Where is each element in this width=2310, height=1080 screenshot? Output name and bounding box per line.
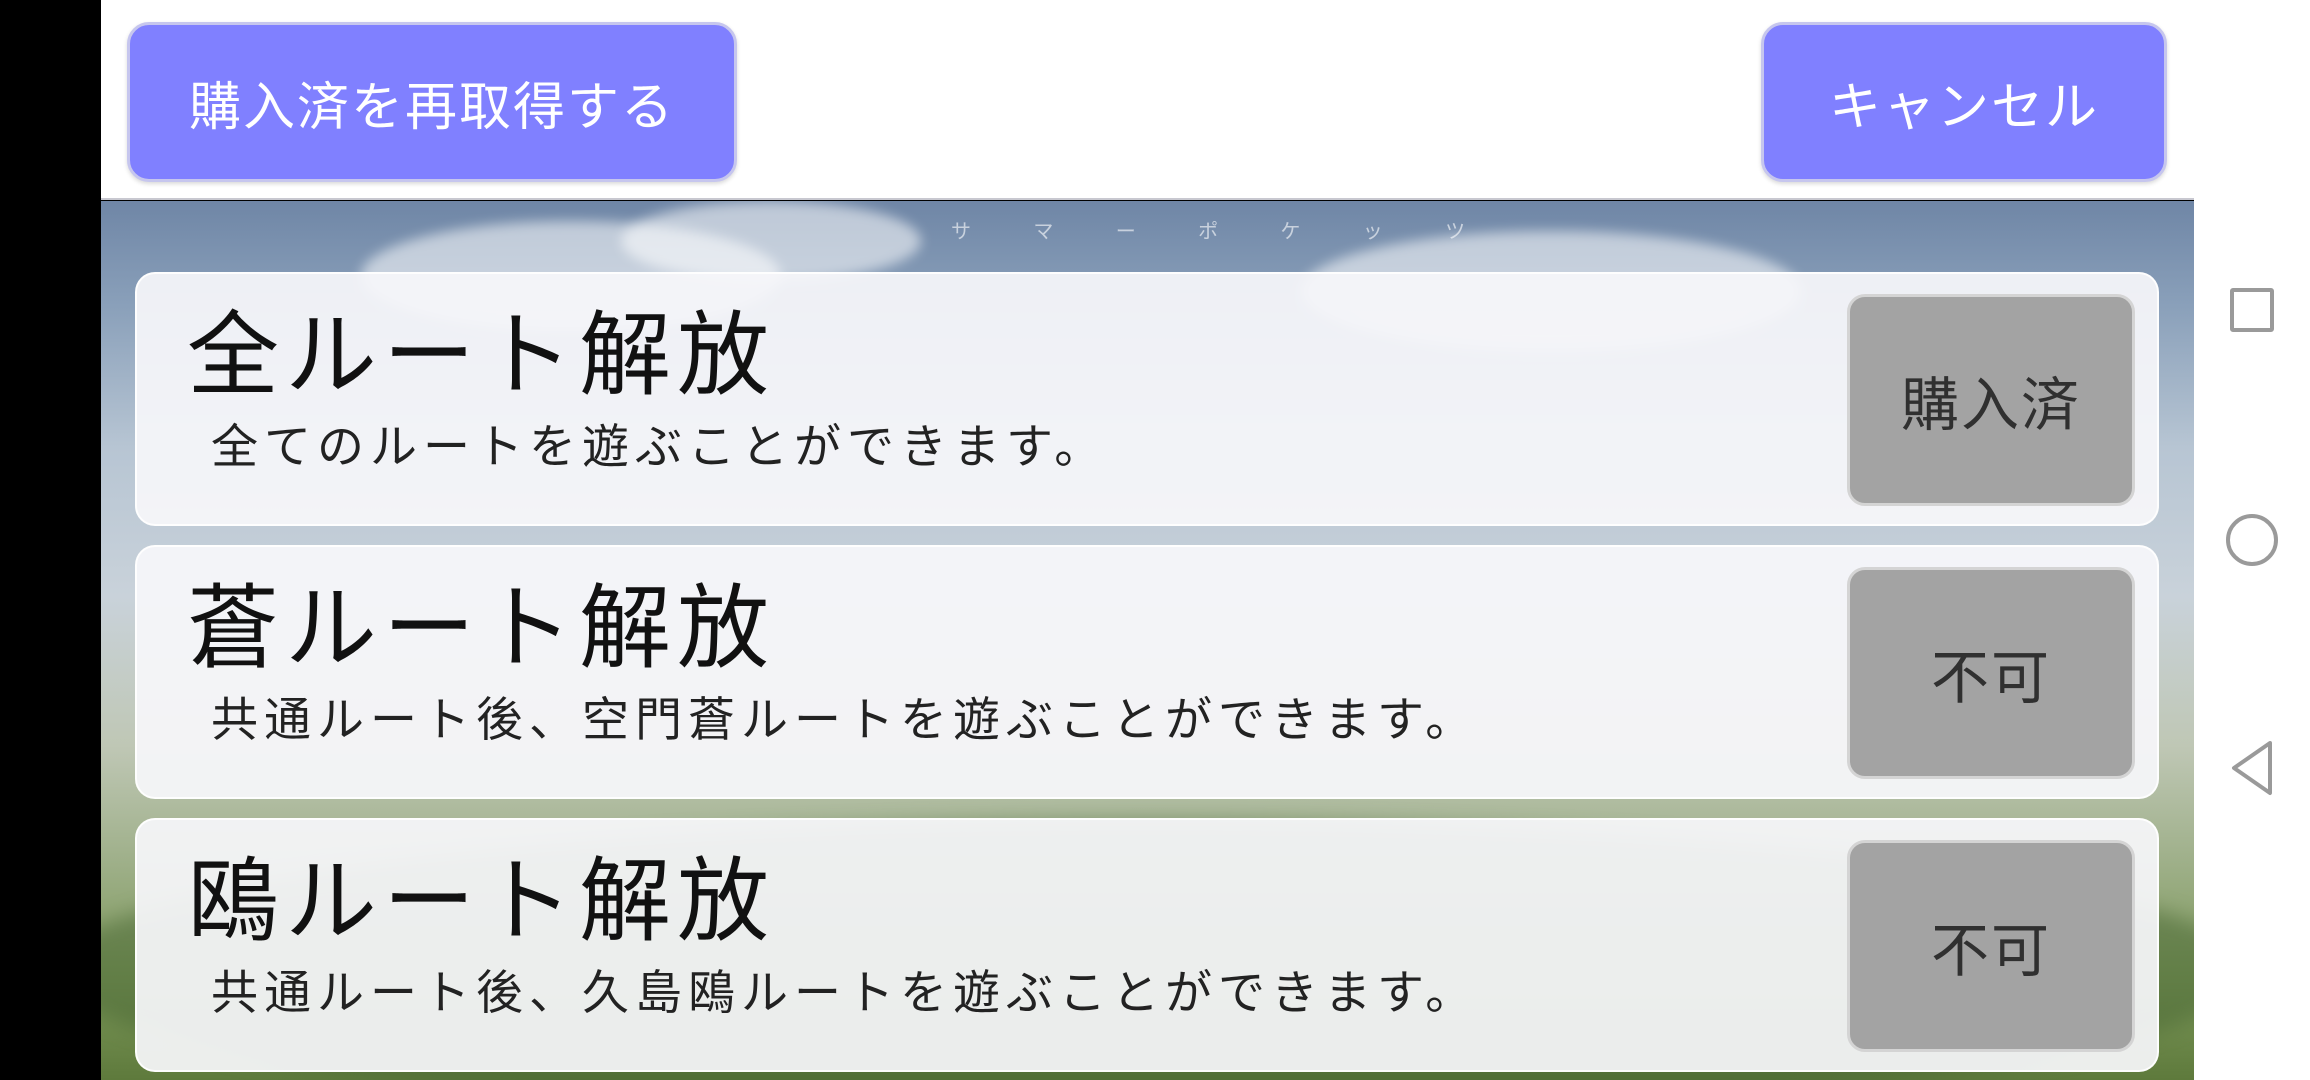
product-title: 鴎ルート解放 <box>187 848 776 955</box>
home-icon[interactable] <box>2220 508 2284 572</box>
header-bar: 購入済を再取得する キャンセル <box>101 0 2194 200</box>
left-black-bar <box>0 0 101 1080</box>
unavailable-status-button[interactable]: 不可 <box>1847 567 2135 779</box>
product-card-kamome-route: 鴎ルート解放 共通ルート後、久島鴎ルートを遊ぶことができます。 不可 <box>135 818 2159 1072</box>
unavailable-status-button[interactable]: 不可 <box>1847 840 2135 1052</box>
back-icon[interactable] <box>2220 736 2284 800</box>
recent-apps-icon[interactable] <box>2220 278 2284 342</box>
cancel-button[interactable]: キャンセル <box>1761 22 2167 182</box>
system-navigation-bar <box>2194 0 2310 1080</box>
game-logo-text: サ マ ー ポ ケ ッ ツ <box>951 219 1494 243</box>
product-title: 蒼ルート解放 <box>187 575 776 682</box>
product-card-all-routes: 全ルート解放 全てのルートを遊ぶことができます。 購入済 <box>135 272 2159 526</box>
purchase-screen: サ マ ー ポ ケ ッ ツ 購入済を再取得する キャンセル 全ルート解放 全ての… <box>101 0 2194 1080</box>
product-description: 共通ルート後、久島鴎ルートを遊ぶことができます。 <box>211 966 1479 1021</box>
cloud-decoration <box>621 201 921 281</box>
purchased-status-button[interactable]: 購入済 <box>1847 294 2135 506</box>
product-title: 全ルート解放 <box>187 302 776 409</box>
restore-purchases-button[interactable]: 購入済を再取得する <box>127 22 737 182</box>
product-card-ao-route: 蒼ルート解放 共通ルート後、空門蒼ルートを遊ぶことができます。 不可 <box>135 545 2159 799</box>
product-description: 共通ルート後、空門蒼ルートを遊ぶことができます。 <box>211 693 1479 748</box>
product-description: 全てのルートを遊ぶことができます。 <box>211 420 1108 475</box>
